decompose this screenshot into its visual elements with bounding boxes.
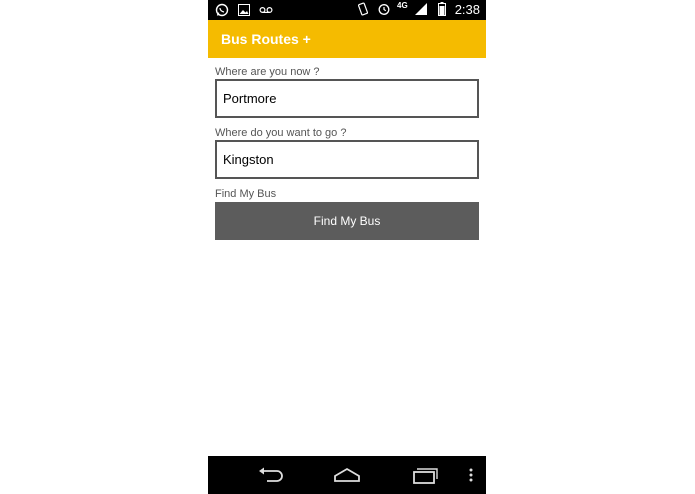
battery-icon xyxy=(434,1,450,17)
destination-label: Where do you want to go ? xyxy=(215,127,347,139)
destination-input[interactable] xyxy=(217,142,477,177)
home-icon[interactable] xyxy=(332,464,362,486)
back-icon[interactable] xyxy=(256,464,286,486)
image-icon xyxy=(236,2,252,18)
origin-field[interactable] xyxy=(215,79,479,118)
overflow-menu-icon[interactable] xyxy=(466,464,476,486)
clock: 2:38 xyxy=(454,1,480,17)
navigation-bar xyxy=(208,456,486,494)
find-label: Find My Bus xyxy=(215,188,277,200)
whatsapp-icon xyxy=(214,2,230,18)
status-bar: 4G 2:38 xyxy=(208,0,486,20)
signal-icon xyxy=(413,1,429,17)
network-type: 4G xyxy=(397,0,408,10)
action-bar: Bus Routes + xyxy=(208,20,486,58)
voicemail-icon xyxy=(258,2,274,18)
destination-field[interactable] xyxy=(215,140,479,179)
find-my-bus-button[interactable]: Find My Bus xyxy=(215,202,479,240)
phone-screen: 4G 2:38 Bus Routes + Where are you now ?… xyxy=(208,0,486,494)
recent-apps-icon[interactable] xyxy=(410,464,440,486)
origin-label: Where are you now ? xyxy=(215,66,320,78)
origin-input[interactable] xyxy=(217,81,477,116)
alarm-icon xyxy=(376,1,392,17)
app-title: Bus Routes + xyxy=(221,31,311,47)
vibrate-icon xyxy=(355,1,371,17)
